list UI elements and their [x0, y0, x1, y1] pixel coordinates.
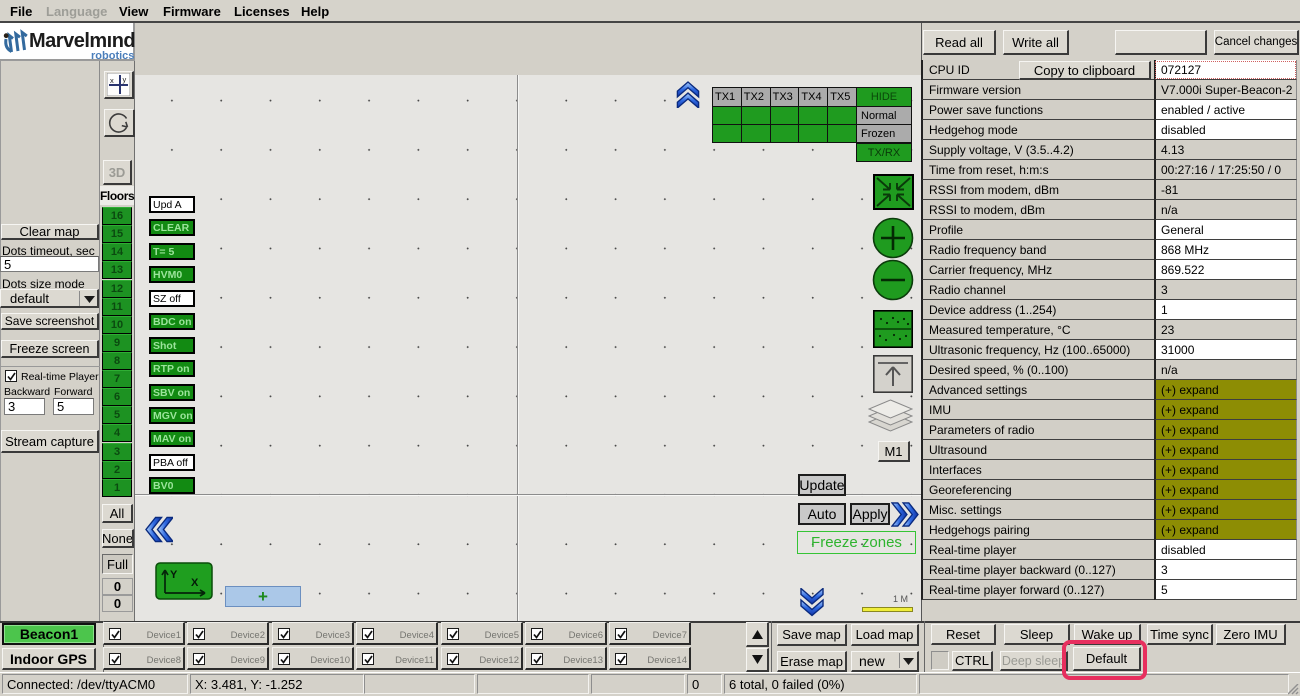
svg-text:x: x — [110, 76, 114, 85]
svg-text:y: y — [123, 75, 127, 84]
svg-text:X: X — [191, 577, 199, 589]
svg-text:Y: Y — [170, 569, 178, 581]
